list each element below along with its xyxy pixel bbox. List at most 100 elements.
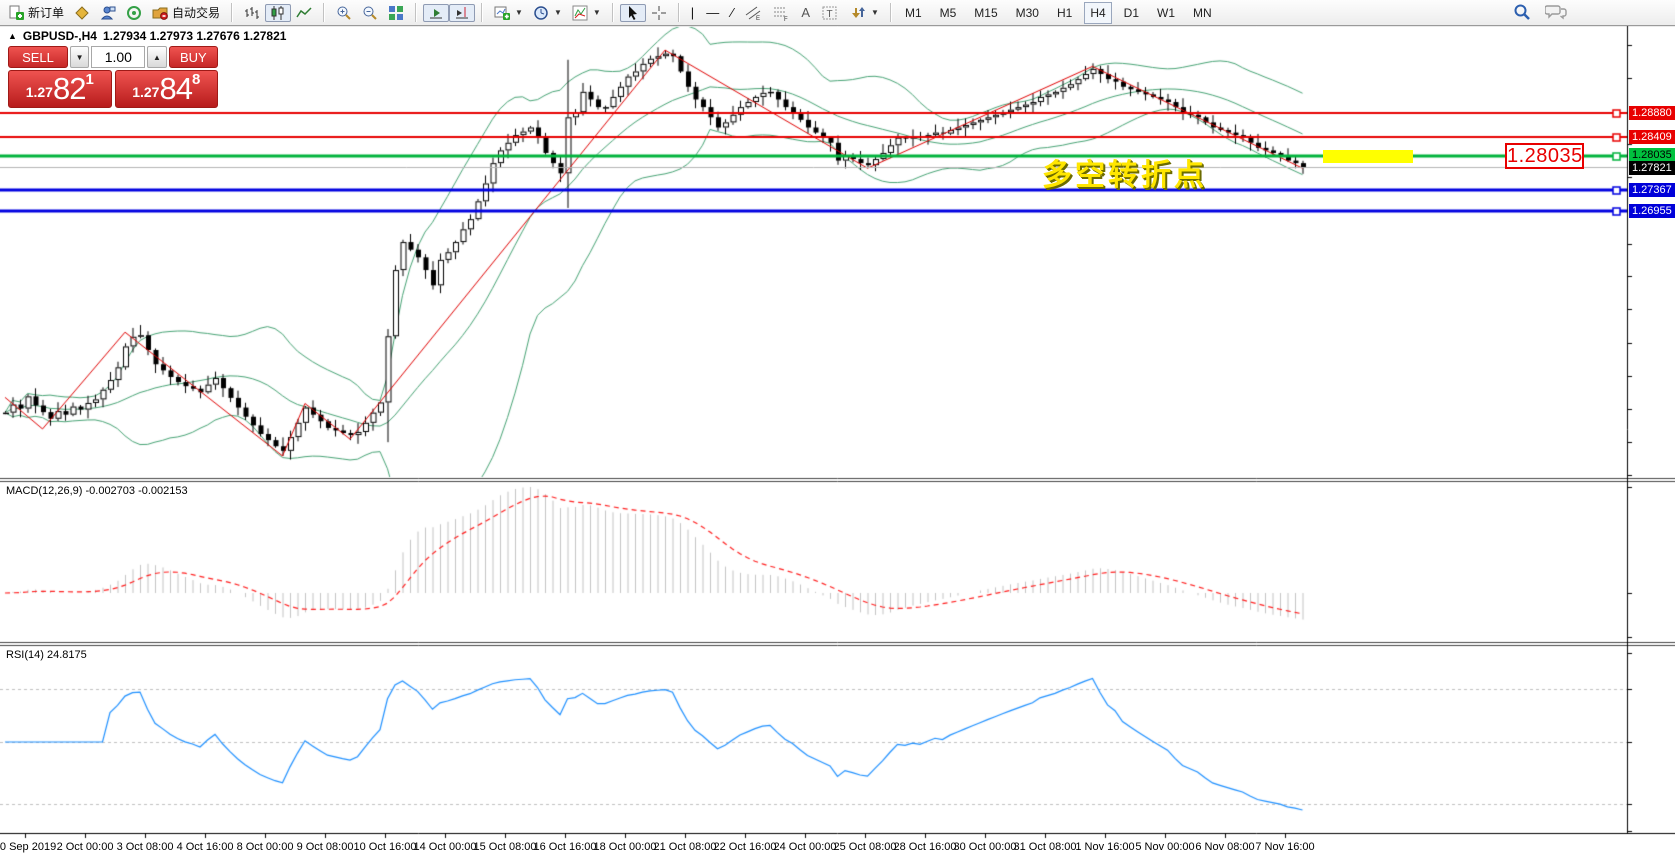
chart-symbol-period: GBPUSD-,H4: [22, 29, 97, 43]
vertical-line-tool[interactable]: |: [686, 4, 699, 22]
svg-text:F: F: [784, 17, 788, 21]
time-tick-label: 4 Oct 16:00: [176, 841, 234, 853]
timeframe-w1-button[interactable]: W1: [1151, 2, 1181, 24]
toolbar-separator: [611, 3, 614, 22]
price-level-badge: 1.28035: [1629, 148, 1675, 163]
time-tick-label: 31 Oct 08:00: [1013, 841, 1077, 853]
channel-icon: E: [745, 5, 761, 21]
signals-icon: [126, 5, 142, 21]
horizontal-line-icon: —: [706, 5, 720, 20]
buy-button[interactable]: BUY: [168, 46, 218, 68]
sell-button[interactable]: SELL: [8, 46, 68, 68]
toolbar-separator: [677, 3, 680, 22]
sell-price-point: 1: [85, 71, 94, 88]
timeframe-m15-button[interactable]: M15: [968, 2, 1003, 24]
crosshair-icon: [651, 5, 667, 21]
bar-chart-button[interactable]: [239, 4, 265, 22]
auto-scroll-icon: [428, 5, 444, 21]
chart-header: ▲ GBPUSD-,H4 1.27934 1.27973 1.27676 1.2…: [8, 29, 286, 43]
navigator-button[interactable]: [95, 4, 121, 22]
new-chart-button[interactable]: ▼: [489, 4, 528, 22]
trendline-tool[interactable]: ∕: [726, 4, 738, 22]
svg-text:E: E: [756, 16, 760, 21]
zoom-out-icon: [362, 5, 378, 21]
time-tick-label: 21 Oct 08:00: [653, 841, 717, 853]
time-tick-label: 6 Nov 08:00: [1195, 841, 1255, 853]
time-tick-label: 16 Oct 16:00: [533, 841, 597, 853]
timeframe-h4-button[interactable]: H4: [1084, 1, 1112, 24]
candlestick-chart-button[interactable]: [265, 3, 292, 22]
fibonacci-icon: F: [773, 5, 789, 21]
collapse-panel-icon[interactable]: ▲: [8, 31, 17, 41]
time-tick-label: 7 Nov 16:00: [1255, 841, 1315, 853]
autotrading-button[interactable]: 自动交易: [147, 4, 225, 22]
volume-increase-button[interactable]: ▲: [147, 46, 167, 68]
search-icon[interactable]: [1513, 3, 1531, 24]
svg-text:T: T: [827, 9, 833, 20]
zoom-in-button[interactable]: [331, 4, 357, 22]
time-tick-label: 2 Oct 00:00: [56, 841, 114, 853]
main-toolbar: 新订单 自动交易 ▼ ▼ ▼ | — ∕ E F A T ▼ M1 M5 M15…: [0, 0, 1675, 26]
time-tick-label: 9 Oct 08:00: [296, 841, 354, 853]
zoom-out-button[interactable]: [357, 4, 383, 22]
timeframe-h1-button[interactable]: H1: [1051, 2, 1078, 24]
volume-input[interactable]: [91, 46, 146, 68]
dropdown-caret-icon: ▼: [871, 8, 879, 17]
trendline-icon: ∕: [731, 5, 734, 20]
crosshair-button[interactable]: [646, 4, 672, 22]
new-order-icon: [8, 5, 24, 21]
chart-ohlc-values: 1.27934 1.27973 1.27676 1.27821: [102, 29, 287, 43]
market-watch-button[interactable]: [69, 4, 95, 22]
tile-windows-button[interactable]: [383, 4, 409, 22]
time-tick-label: 30 Oct 00:00: [953, 841, 1017, 853]
signals-button[interactable]: [121, 4, 147, 22]
indicators-button[interactable]: ▼: [567, 4, 606, 22]
price-level-badge: 1.27367: [1629, 183, 1675, 198]
toolbar-separator: [481, 3, 484, 22]
sell-price-base: 1.27: [25, 84, 53, 100]
volume-decrease-button[interactable]: ▼: [69, 46, 90, 68]
periodicity-button[interactable]: ▼: [528, 4, 567, 22]
cursor-button[interactable]: [619, 3, 646, 22]
channel-tool[interactable]: E: [740, 4, 766, 22]
buy-price-pips: 84: [159, 71, 192, 106]
time-tick-label: 15 Oct 08:00: [473, 841, 537, 853]
sell-price-display[interactable]: 1.27 82 1: [8, 70, 112, 108]
timeframe-mn-button[interactable]: MN: [1187, 2, 1218, 24]
chart-shift-button[interactable]: [449, 3, 476, 22]
dropdown-caret-icon: ▼: [515, 8, 523, 17]
price-level-badge: 1.28880: [1629, 106, 1675, 121]
tile-windows-icon: [388, 5, 404, 21]
toolbar-separator: [323, 3, 326, 22]
time-tick-label: 5 Nov 00:00: [1135, 841, 1195, 853]
buy-price-display[interactable]: 1.27 84 8: [114, 70, 218, 108]
timeframe-d1-button[interactable]: D1: [1118, 2, 1145, 24]
time-tick-label: 8 Oct 00:00: [236, 841, 294, 853]
time-tick-label: 18 Oct 00:00: [593, 841, 657, 853]
time-tick-label: 24 Oct 00:00: [773, 841, 837, 853]
candlestick-chart-icon: [270, 5, 286, 21]
new-chart-icon: [494, 5, 511, 21]
timeframe-m1-button[interactable]: M1: [899, 2, 928, 24]
arrows-tool[interactable]: ▼: [845, 4, 884, 22]
chart-canvas[interactable]: [0, 0, 1675, 857]
indicators-icon: [572, 5, 588, 21]
clock-icon: [533, 5, 549, 21]
auto-scroll-button[interactable]: [423, 3, 450, 22]
price-level-badge: 1.26955: [1629, 204, 1675, 219]
timeframe-toolbar: M1 M5 M15 M30 H1 H4 D1 W1 MN: [899, 1, 1218, 24]
cursor-icon: [625, 5, 641, 21]
chinese-annotation-text: 多空转折点: [1042, 159, 1207, 192]
timeframe-m5-button[interactable]: M5: [934, 2, 963, 24]
autotrading-icon: [152, 5, 168, 21]
text-tool[interactable]: A: [796, 4, 815, 22]
bar-chart-icon: [244, 5, 260, 21]
text-label-tool[interactable]: T: [817, 4, 843, 22]
timeframe-m30-button[interactable]: M30: [1010, 2, 1045, 24]
horizontal-line-tool[interactable]: —: [701, 4, 724, 22]
chat-icon[interactable]: [1544, 3, 1567, 24]
new-order-button[interactable]: 新订单: [3, 4, 69, 22]
chart-shift-icon: [454, 5, 470, 21]
fibonacci-tool[interactable]: F: [768, 4, 794, 22]
line-chart-button[interactable]: [291, 4, 317, 22]
